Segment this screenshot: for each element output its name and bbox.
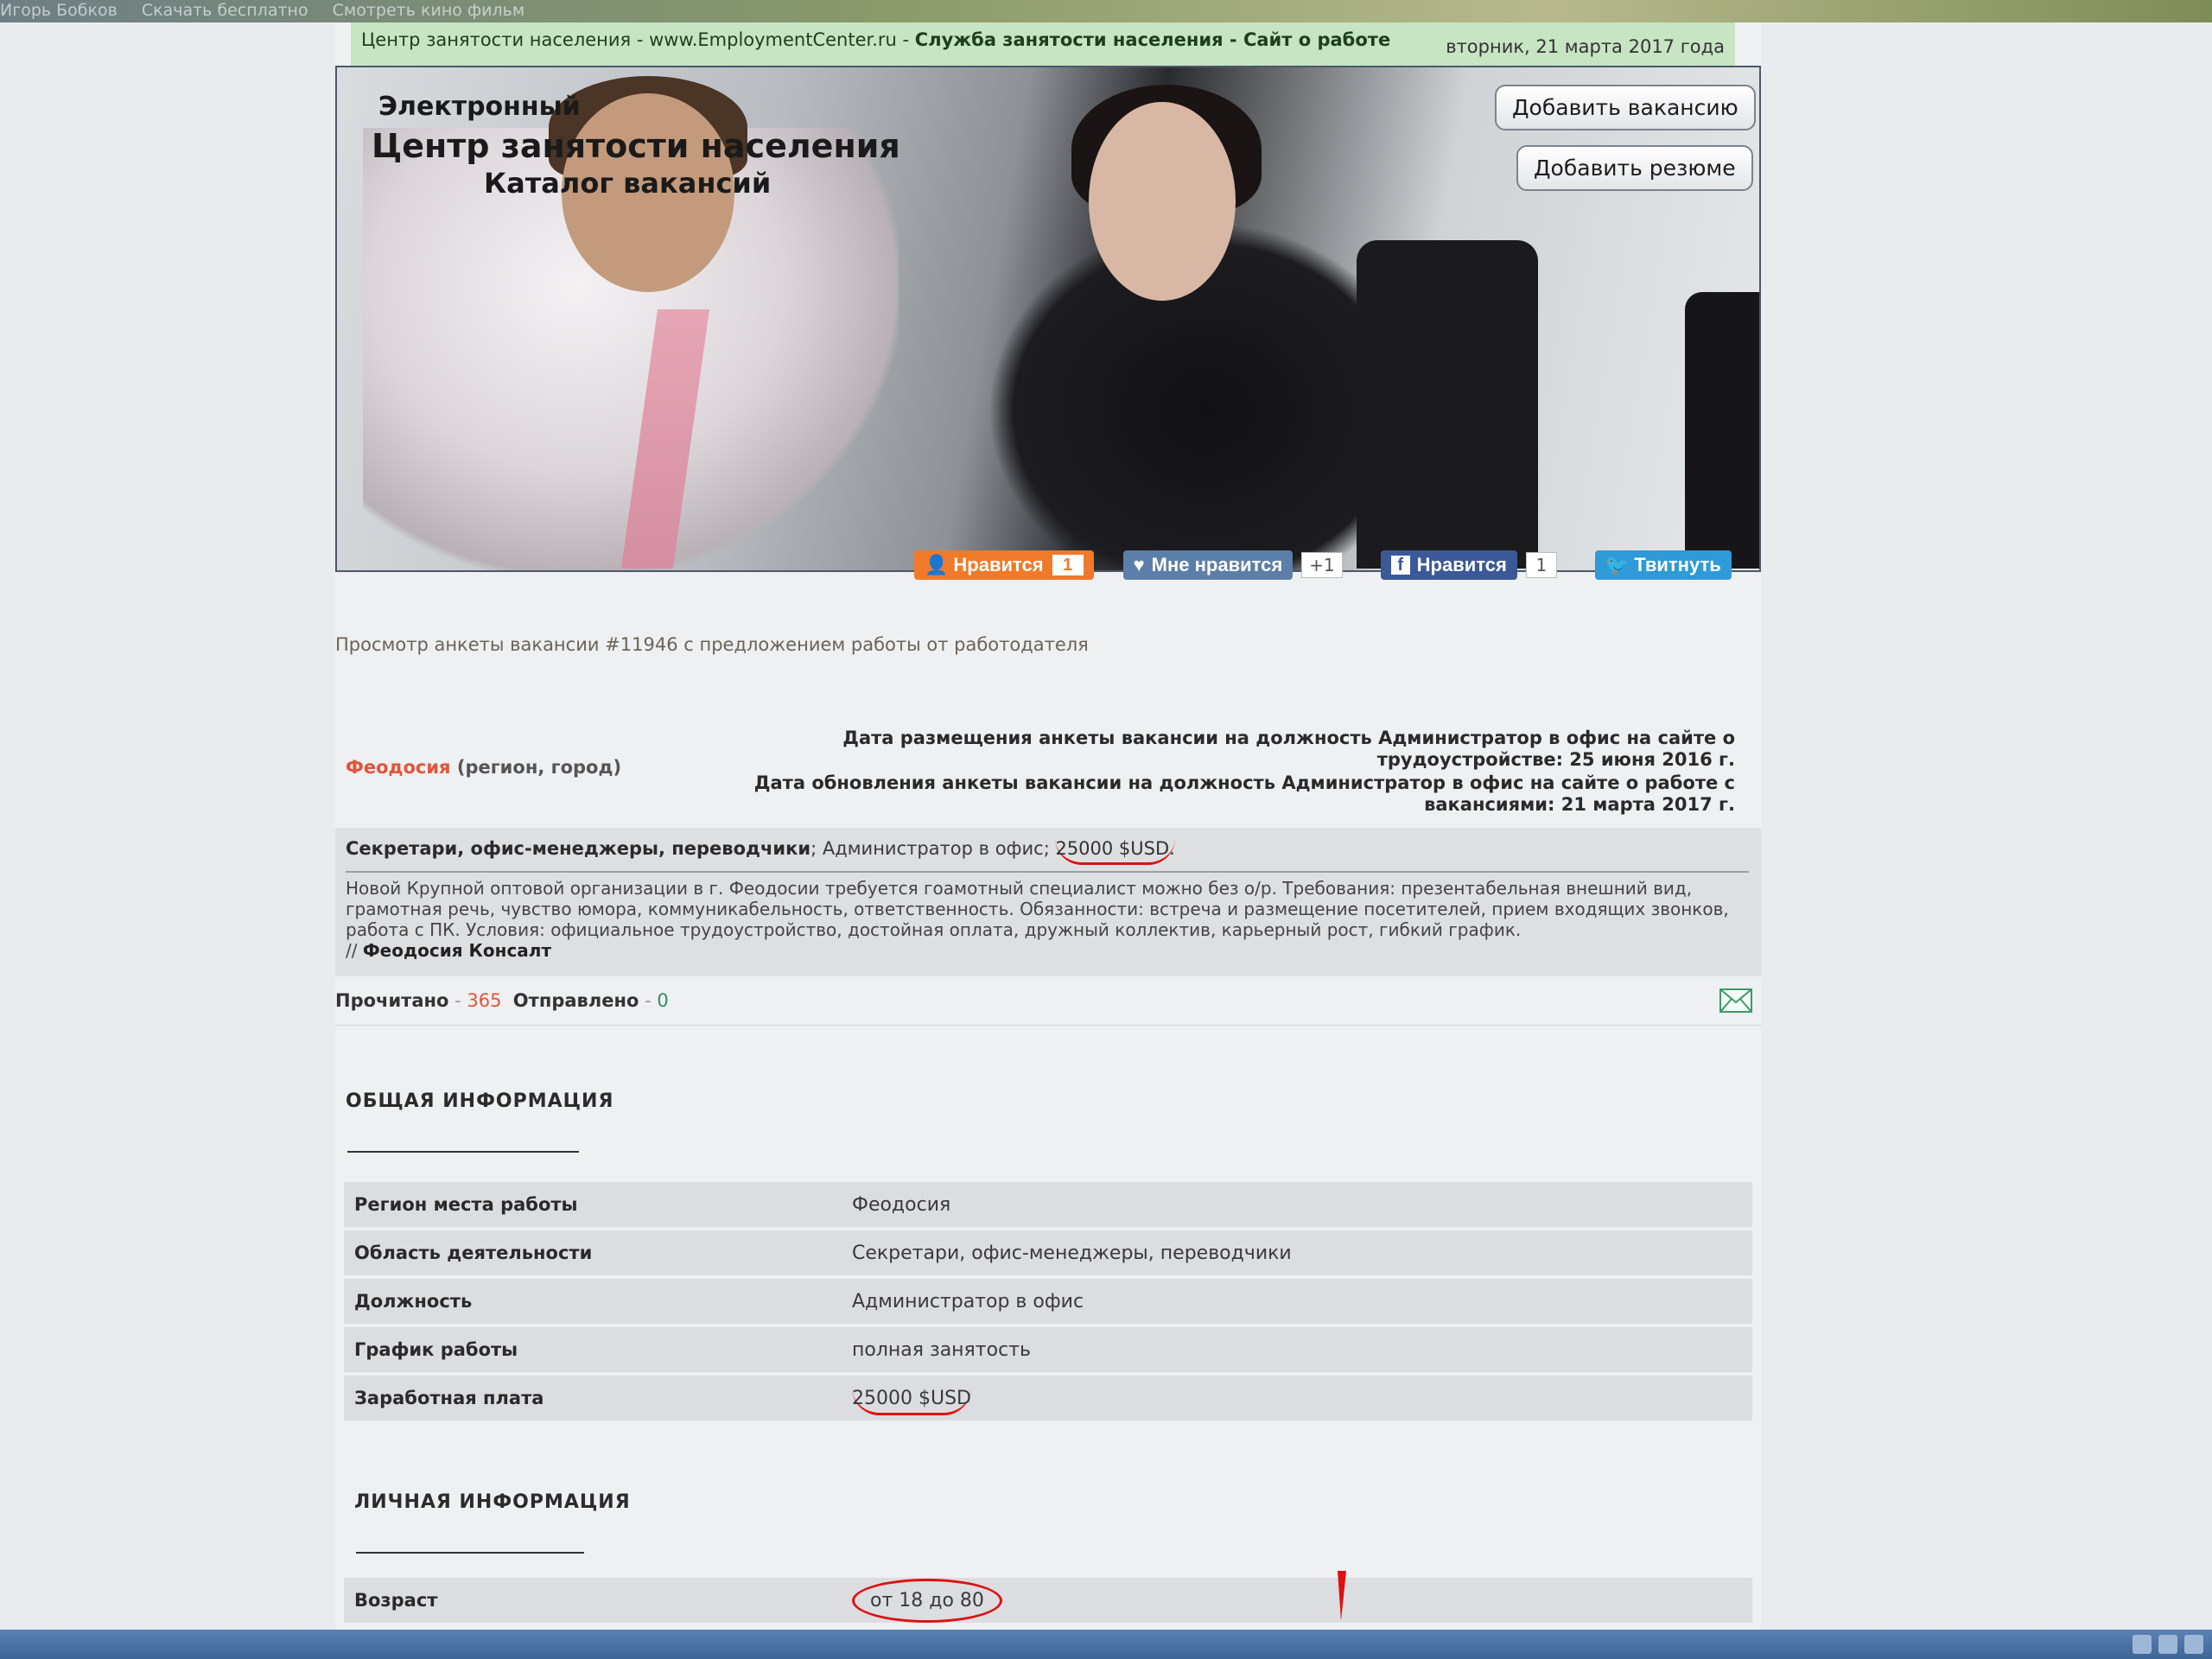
- fb-like-count: 1: [1525, 552, 1557, 578]
- row-key: Возраст: [354, 1590, 438, 1611]
- banner: Электронный Центр занятости населения Ка…: [335, 66, 1761, 572]
- vk-like-count: +1: [1301, 552, 1343, 578]
- read-label: Прочитано: [335, 990, 449, 1011]
- banner-photo-chair: [1357, 240, 1538, 569]
- ok-like-count: 1: [1052, 555, 1084, 575]
- salary-value: 25000 $USD: [852, 1387, 971, 1415]
- dash: -: [639, 990, 658, 1011]
- age-value: от 18 до 80: [852, 1578, 1002, 1623]
- read-count: 365: [467, 990, 502, 1011]
- city-link[interactable]: Феодосия: [346, 757, 451, 778]
- city-suffix: (регион, город): [450, 757, 622, 778]
- table-row: Регион места работы Феодосия: [344, 1182, 1752, 1227]
- row-key: Регион места работы: [354, 1194, 578, 1215]
- row-value: Секретари, офис-менеджеры, переводчики: [852, 1242, 1292, 1264]
- row-key: Должность: [354, 1291, 473, 1312]
- top-strip-item[interactable]: Смотреть кино фильм: [333, 1, 525, 20]
- sent-count: 0: [657, 990, 669, 1011]
- site-title-bold: Служба занятости населения - Сайт о рабо…: [914, 29, 1391, 50]
- table-row: Область деятельности Секретари, офис-мен…: [344, 1230, 1752, 1275]
- description-text: Новой Крупной оптовой организации в г. Ф…: [346, 878, 1729, 940]
- general-info-title: ОБЩАЯ ИНФОРМАЦИЯ: [346, 1090, 614, 1112]
- fb-like-button[interactable]: f Нравится: [1380, 550, 1517, 580]
- tweet-label: Твитнуть: [1634, 554, 1721, 575]
- summary-headline: Секретари, офис-менеджеры, переводчики; …: [346, 838, 1175, 865]
- row-value: Администратор в офис: [852, 1290, 1084, 1313]
- top-strip-item[interactable]: Скачать бесплатно: [142, 1, 308, 20]
- row-key: Заработная плата: [354, 1388, 544, 1408]
- general-info-table: Регион места работы Феодосия Область дея…: [344, 1179, 1752, 1424]
- vacancy-stats: Прочитано - 365 Отправлено - 0: [335, 980, 1761, 1026]
- posted-date: Дата размещения анкеты вакансии на должн…: [842, 728, 1735, 770]
- row-value: Феодосия: [852, 1193, 951, 1216]
- site-title-plain: Центр занятости населения - www.Employme…: [361, 29, 915, 50]
- row-key: Область деятельности: [354, 1243, 593, 1263]
- company-prefix: //: [346, 940, 363, 961]
- position-text: ; Администратор в офис;: [810, 838, 1056, 859]
- publication-dates: Дата размещения анкеты вакансии на должн…: [681, 728, 1735, 816]
- tray-icon[interactable]: [2184, 1635, 2203, 1654]
- vk-like-label: Мне нравится: [1151, 554, 1283, 575]
- envelope-icon[interactable]: [1719, 988, 1752, 1013]
- table-row: График работы полная занятость: [344, 1327, 1752, 1372]
- heart-icon: ♥: [1133, 554, 1145, 575]
- os-top-strip: Игорь Бобков Скачать бесплатно Смотреть …: [0, 0, 2212, 22]
- tray-icon[interactable]: [2133, 1635, 2152, 1654]
- top-strip-item[interactable]: Игорь Бобков: [0, 1, 118, 20]
- ok-icon: 👤: [925, 554, 949, 575]
- table-row: Возраст от 18 до 80: [344, 1578, 1752, 1623]
- page: Центр занятости населения - www.Employme…: [335, 22, 1761, 1643]
- divider: [346, 871, 1749, 873]
- row-key: График работы: [354, 1339, 518, 1360]
- facebook-icon: f: [1390, 556, 1410, 575]
- category-link[interactable]: Секретари, офис-менеджеры, переводчики: [346, 838, 810, 859]
- fb-like-label: Нравится: [1416, 554, 1507, 575]
- banner-line-3: Каталог вакансий: [484, 167, 772, 200]
- row-value: от 18 до 80: [842, 1578, 1752, 1623]
- breadcrumb: Просмотр анкеты вакансии #11946 с предло…: [335, 634, 1089, 655]
- tweet-button[interactable]: 🐦 Твитнуть: [1594, 550, 1732, 580]
- ok-like-button[interactable]: 👤 Нравится 1: [914, 550, 1094, 580]
- table-row: Должность Администратор в офис: [344, 1279, 1752, 1324]
- city-label: Феодосия (регион, город): [346, 757, 621, 778]
- banner-photo-chair: [1685, 292, 1759, 569]
- social-buttons: 👤 Нравится 1 ♥ Мне нравится +1 f Нравитс…: [914, 548, 1732, 582]
- personal-info-rule: [356, 1552, 584, 1554]
- personal-info-table: Возраст от 18 до 80: [344, 1574, 1752, 1626]
- ok-like-label: Нравится: [953, 554, 1044, 575]
- updated-date: Дата обновления анкеты вакансии на должн…: [753, 772, 1735, 815]
- company-name[interactable]: Феодосия Консалт: [363, 940, 551, 961]
- summary-salary: 25000 $USD.: [1055, 838, 1175, 865]
- site-title[interactable]: Центр занятости населения - www.Employme…: [361, 29, 1390, 50]
- row-value: 25000 $USD: [842, 1376, 1752, 1421]
- vacancy-summary: Секретари, офис-менеджеры, переводчики; …: [335, 828, 1761, 976]
- general-info-rule: [347, 1151, 579, 1153]
- banner-line-2: Центр занятости населения: [372, 127, 900, 165]
- tray-icon[interactable]: [2158, 1635, 2177, 1654]
- tray-icons: [2133, 1635, 2203, 1654]
- publication-info: Феодосия (регион, город) Дата размещения…: [335, 705, 1752, 823]
- table-row: Заработная плата 25000 $USD: [344, 1376, 1752, 1421]
- vacancy-description: Новой Крупной оптовой организации в г. Ф…: [346, 878, 1749, 961]
- company-line: // Феодосия Консалт: [346, 940, 1749, 961]
- dash: -: [448, 990, 467, 1011]
- add-vacancy-button[interactable]: Добавить вакансию: [1495, 85, 1756, 130]
- vk-like-button[interactable]: ♥ Мне нравится: [1122, 550, 1294, 580]
- stats-line: Прочитано - 365 Отправлено - 0: [335, 990, 669, 1011]
- row-value: полная занятость: [852, 1338, 1031, 1361]
- add-resume-button[interactable]: Добавить резюме: [1516, 145, 1753, 191]
- personal-info-title: ЛИЧНАЯ ИНФОРМАЦИЯ: [354, 1491, 631, 1513]
- banner-logo-text: Электронный Центр занятости населения Ка…: [372, 92, 900, 200]
- os-taskbar: [0, 1630, 2212, 1659]
- banner-line-1: Электронный: [378, 92, 581, 122]
- twitter-bird-icon: 🐦: [1605, 554, 1630, 575]
- sent-label: Отправлено: [512, 990, 639, 1011]
- banner-photo-woman-head: [1089, 102, 1236, 301]
- current-date: вторник, 21 марта 2017 года: [1446, 36, 1725, 57]
